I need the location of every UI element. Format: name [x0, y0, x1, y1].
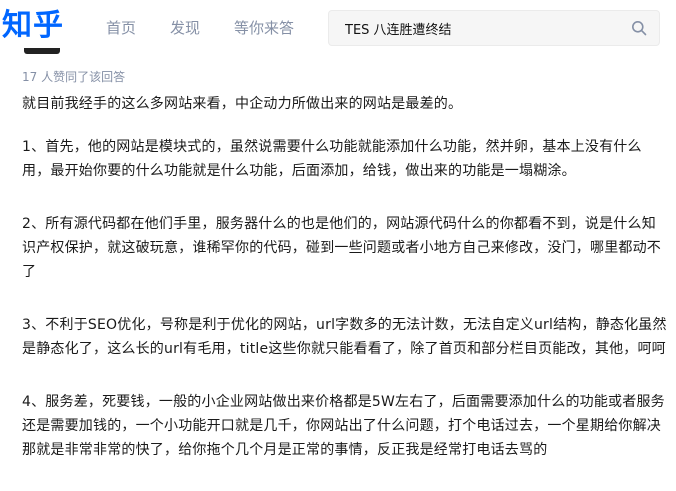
- top-navigation-bar: 知乎 首页 发现 等你来答: [0, 0, 676, 56]
- answer-paragraph: 3、不利于SEO优化，号称是利于优化的网站，url字数多的无法计数，无法自定义u…: [22, 317, 667, 357]
- nav-explore[interactable]: 发现: [170, 17, 200, 39]
- nav-home[interactable]: 首页: [106, 17, 136, 39]
- answer-content: 就目前我经手的这么多网站来看，中企动力所做出来的网站是最差的。 1、首先，他的网…: [22, 92, 670, 491]
- author-avatar[interactable]: [24, 48, 60, 54]
- upvote-count-text[interactable]: 17 人赞同了该回答: [22, 69, 125, 85]
- answer-paragraph: 就目前我经手的这么多网站来看，中企动力所做出来的网站是最差的。: [22, 96, 463, 112]
- search-box[interactable]: [328, 10, 660, 46]
- search-input[interactable]: [345, 11, 615, 45]
- nav-waiting-answers[interactable]: 等你来答: [234, 17, 294, 39]
- zhihu-logo[interactable]: 知乎: [2, 6, 64, 46]
- answer-paragraph: 4、服务差，死要钱，一般的小企业网站做出来价格都是5W左右了，后面需要添加什么的…: [22, 394, 665, 458]
- answer-paragraph: 1、首先，他的网站是模块式的，虽然说需要什么功能就能添加什么功能，然并卵，基本上…: [22, 139, 642, 179]
- answer-paragraph: 2、所有源代码都在他们手里，服务器什么的也是他们的，网站源代码什么的你都看不到，…: [22, 216, 661, 280]
- search-icon[interactable]: [631, 20, 647, 36]
